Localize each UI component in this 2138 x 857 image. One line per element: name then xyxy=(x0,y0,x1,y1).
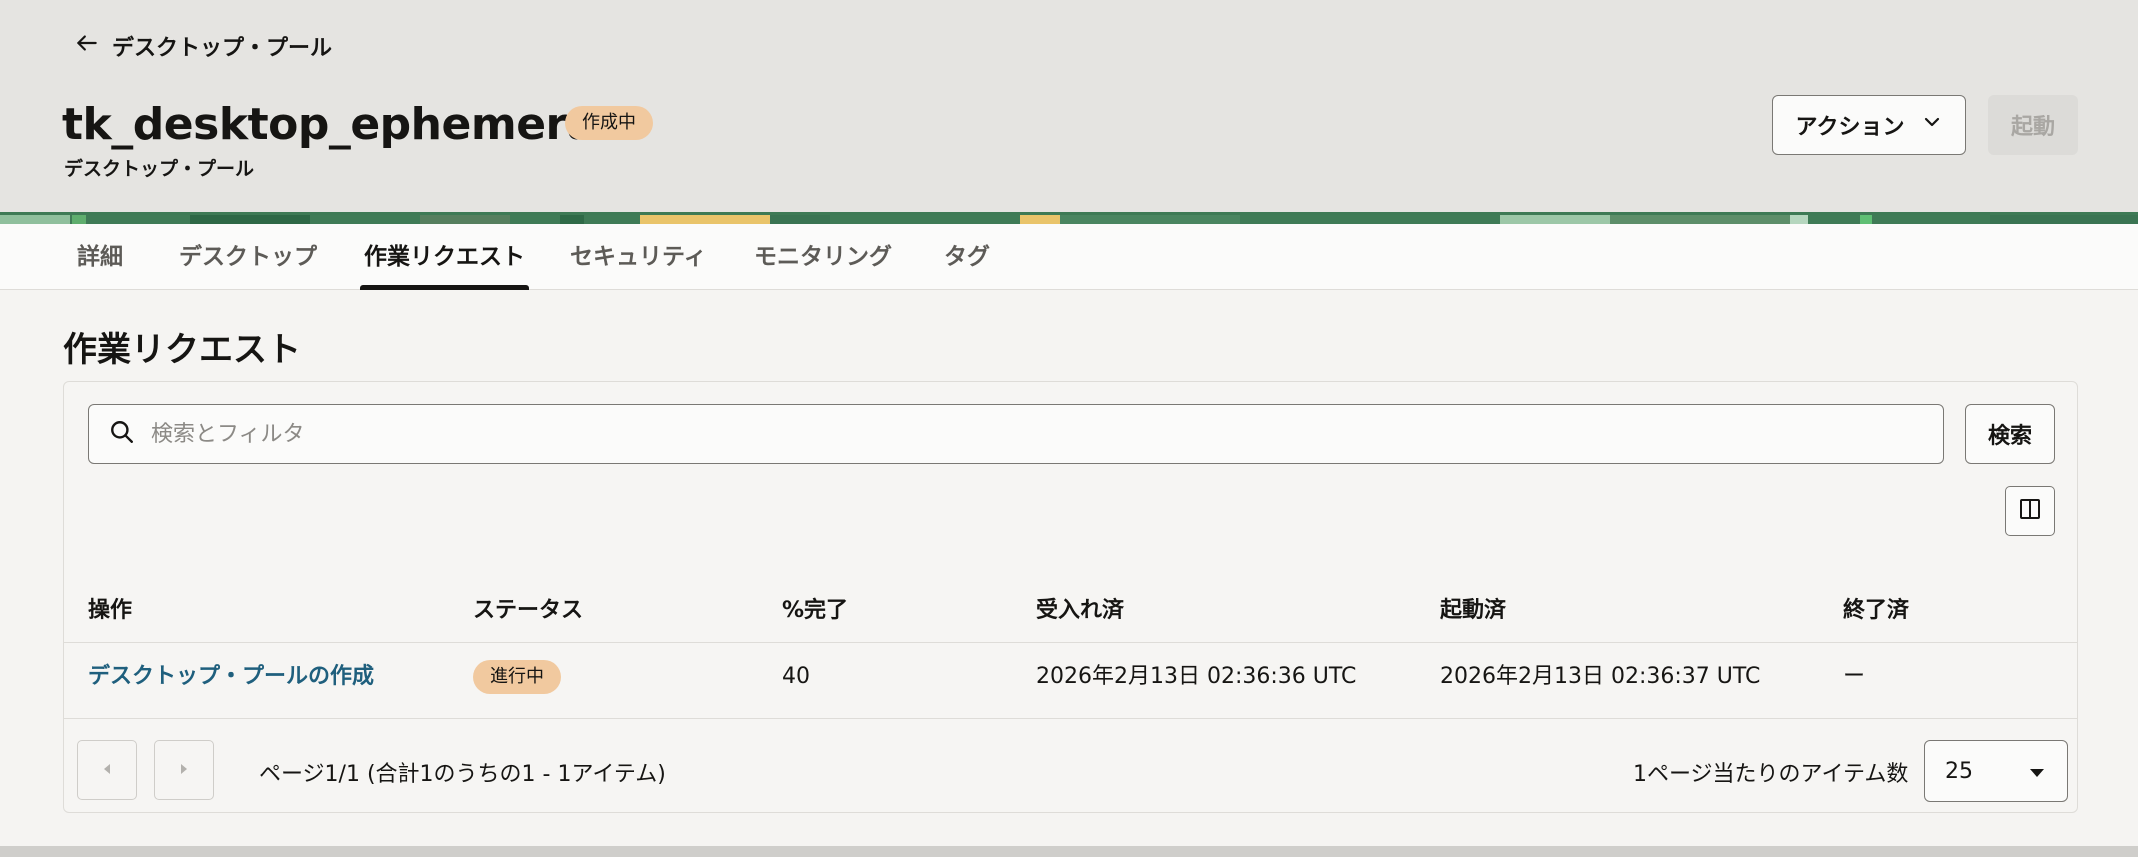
column-header-percent-complete[interactable]: %完了 xyxy=(782,592,848,624)
percent-complete-cell: 40 xyxy=(782,664,810,689)
decorative-banner xyxy=(0,212,2138,224)
next-page-button[interactable] xyxy=(154,740,214,800)
chevron-right-icon xyxy=(177,761,191,780)
work-requests-panel: 検索 操作 ステータス %完了 受入れ済 起動済 終了済 デスクトップ・プールの… xyxy=(63,381,2078,813)
started-cell: 2026年2月13日 02:36:37 UTC xyxy=(1440,664,1761,689)
arrow-left-icon xyxy=(74,30,100,62)
page-subtitle: デスクトップ・プール xyxy=(64,158,255,180)
status-badge: 進行中 xyxy=(473,660,561,694)
tab-monitoring[interactable]: モニタリング xyxy=(754,224,892,290)
table-footer-divider xyxy=(64,718,2077,719)
actions-menu-label: アクション xyxy=(1795,115,1905,140)
items-per-page-label: 1ページ当たりのアイテム数 xyxy=(1633,762,1909,787)
column-header-operation[interactable]: 操作 xyxy=(88,592,132,624)
page-header: デスクトップ・プール tk_desktop_ephemeral 作成中 デスクト… xyxy=(0,0,2138,212)
column-header-status[interactable]: ステータス xyxy=(473,592,583,624)
actions-menu-button[interactable]: アクション xyxy=(1772,95,1966,155)
column-header-accepted[interactable]: 受入れ済 xyxy=(1036,592,1124,624)
back-link[interactable]: デスクトップ・プール xyxy=(74,30,332,62)
tab-security[interactable]: セキュリティ xyxy=(570,224,707,290)
search-button[interactable]: 検索 xyxy=(1965,404,2055,464)
search-icon xyxy=(109,419,135,449)
page-bottom-edge xyxy=(0,846,2138,857)
tab-bar: 詳細 デスクトップ 作業リクエスト セキュリティ モニタリング タグ xyxy=(0,224,2138,290)
tab-work-requests[interactable]: 作業リクエスト xyxy=(360,224,529,290)
items-per-page-value: 25 xyxy=(1945,758,1973,784)
section-title: 作業リクエスト xyxy=(63,330,301,370)
items-per-page-select[interactable]: 25 xyxy=(1924,740,2068,802)
search-input[interactable] xyxy=(151,421,1851,447)
table-header-divider xyxy=(64,642,2077,643)
column-header-finished[interactable]: 終了済 xyxy=(1843,592,1909,624)
previous-page-button[interactable] xyxy=(77,740,137,800)
search-box xyxy=(88,404,1944,464)
page-title: tk_desktop_ephemeral xyxy=(62,99,611,150)
column-header-started[interactable]: 起動済 xyxy=(1440,592,1506,624)
columns-icon xyxy=(2018,497,2042,525)
operation-link[interactable]: デスクトップ・プールの作成 xyxy=(88,660,374,694)
tab-details[interactable]: 詳細 xyxy=(77,224,123,290)
caret-down-icon xyxy=(2029,759,2045,784)
pagination-summary: ページ1/1 (合計1のうちの1 - 1アイテム) xyxy=(259,762,666,787)
tab-desktops[interactable]: デスクトップ xyxy=(179,224,317,290)
accepted-cell: 2026年2月13日 02:36:36 UTC xyxy=(1036,664,1357,689)
start-button[interactable]: 起動 xyxy=(1988,95,2078,155)
column-settings-button[interactable] xyxy=(2005,486,2055,536)
state-badge: 作成中 xyxy=(565,106,653,140)
back-link-label: デスクトップ・プール xyxy=(112,36,333,61)
chevron-left-icon xyxy=(100,761,114,780)
chevron-down-icon xyxy=(1922,112,1942,138)
finished-cell: ー xyxy=(1843,664,1866,689)
tab-tags[interactable]: タグ xyxy=(944,224,990,290)
